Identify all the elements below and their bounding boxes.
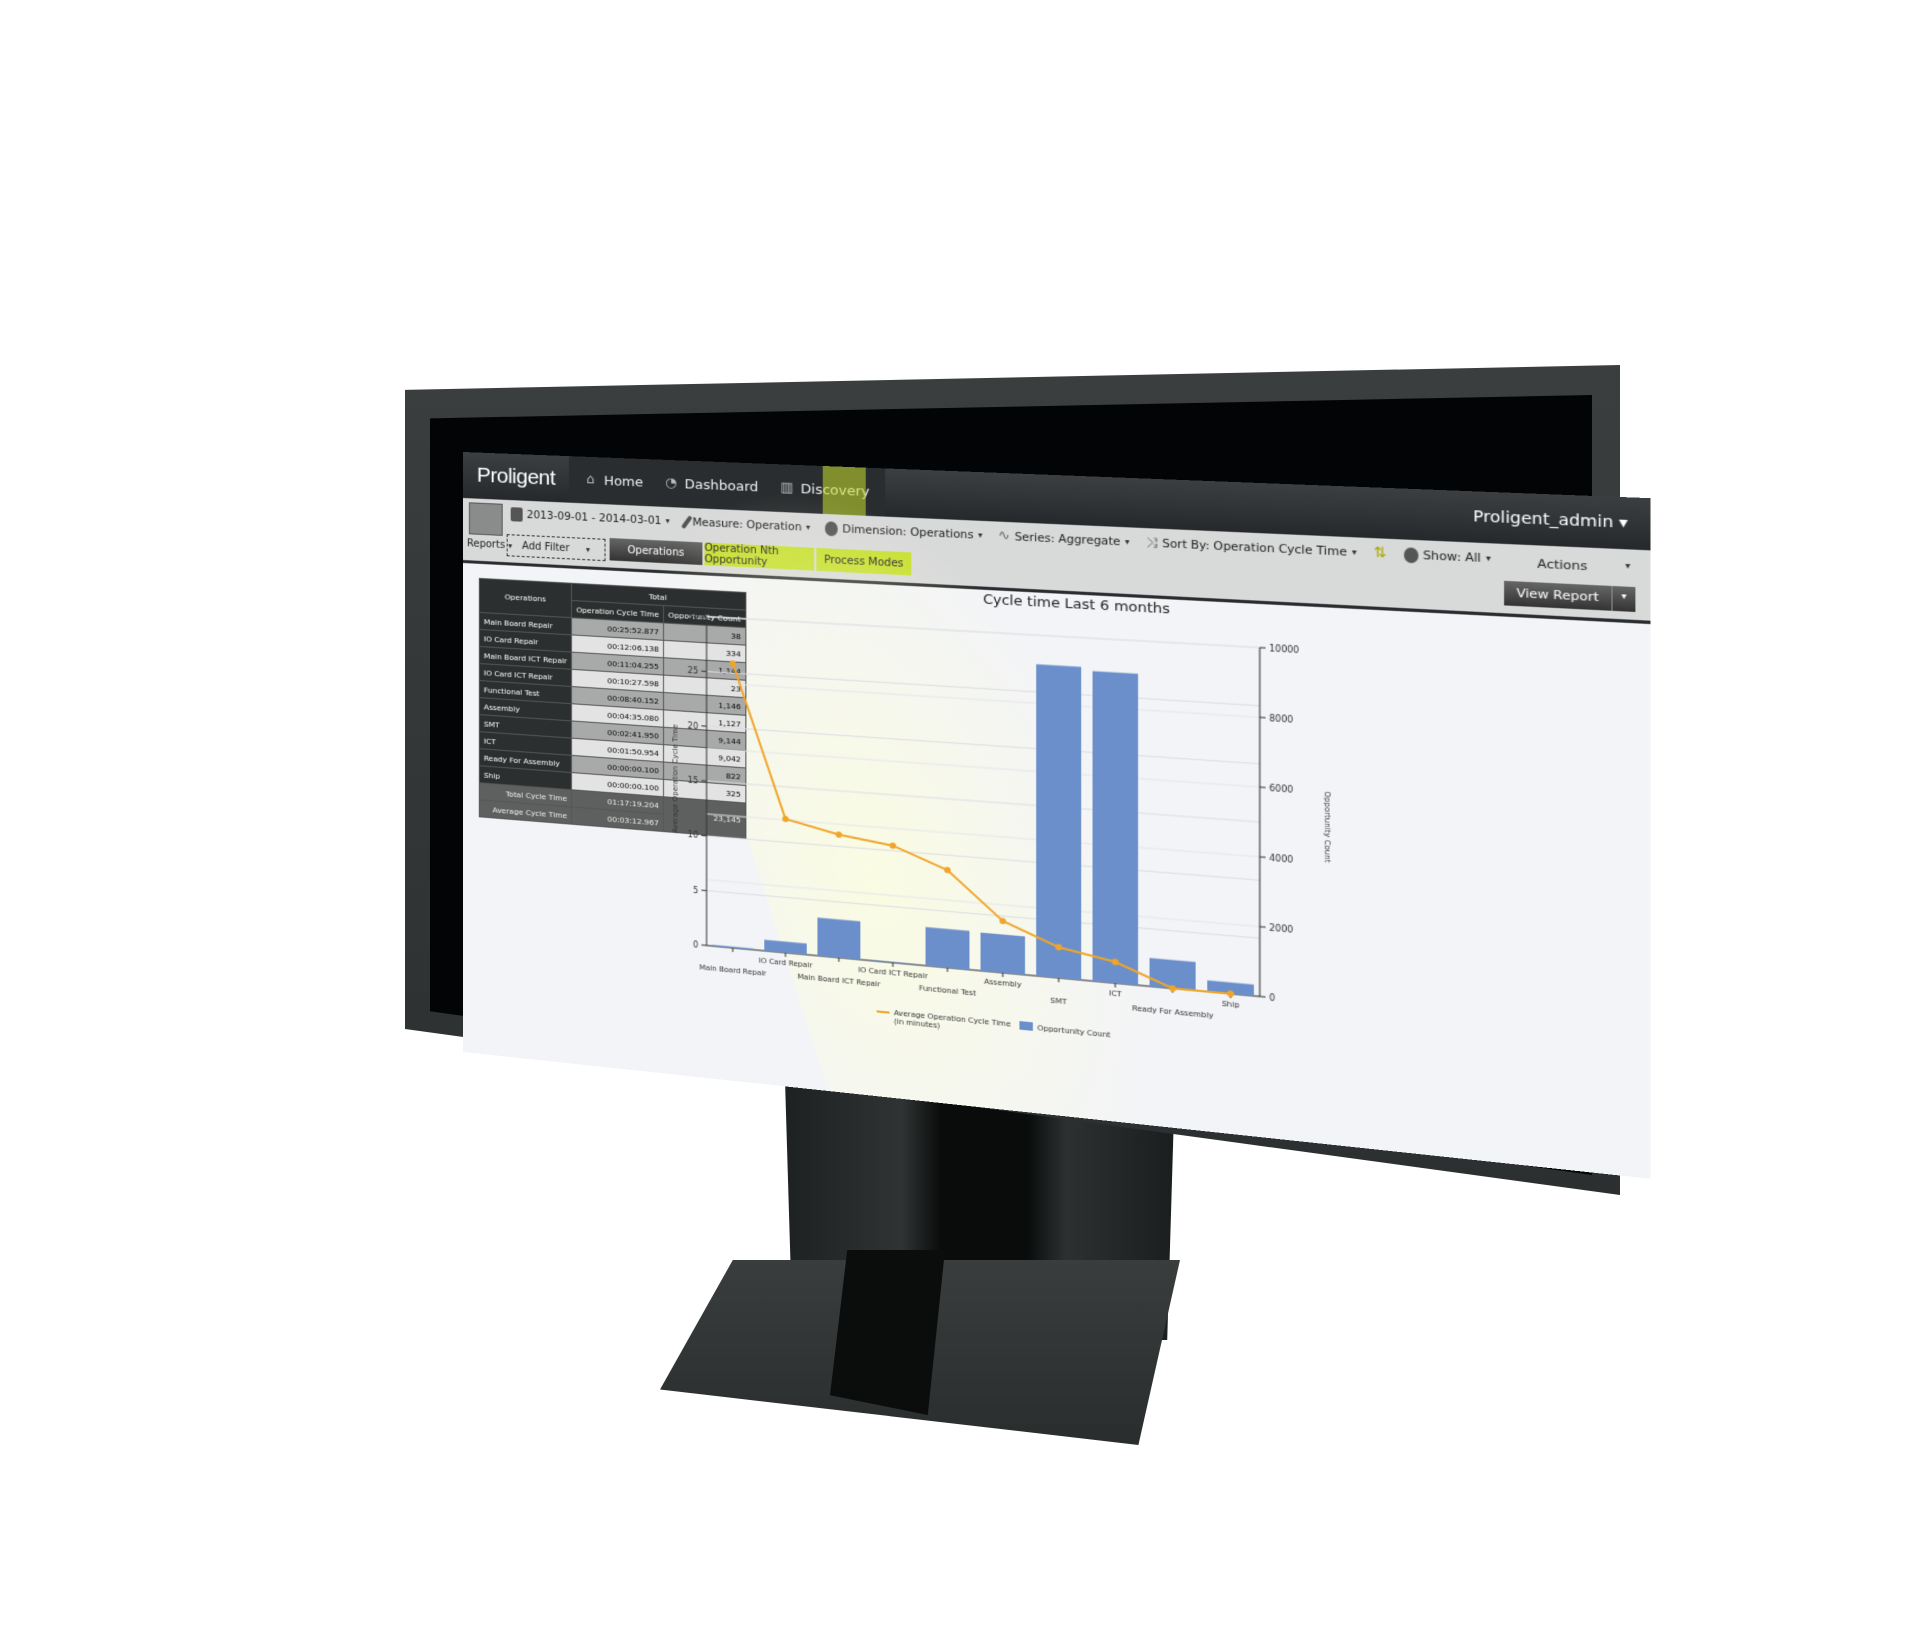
view-report-button[interactable]: View Report ▾: [1503, 580, 1636, 612]
sort-by-dropdown[interactable]: ⤨ Sort By: Operation Cycle Time ▾: [1146, 535, 1357, 561]
bar-opportunity-count: [980, 932, 1026, 975]
chevron-down-icon: ▾: [1485, 553, 1491, 564]
show-label: Show: All: [1422, 548, 1482, 565]
x-tick-label: Main Board Repair: [699, 963, 766, 978]
app-screen: Proligent ⌂ Home ◔ Dashboard ▥ Discovery…: [463, 452, 1651, 1179]
legend-bar-swatch: [1019, 1021, 1033, 1031]
sort-by-label: Sort By: Operation Cycle Time: [1162, 536, 1348, 559]
nav-home-label: Home: [603, 473, 644, 491]
y-right-tick-label: 8000: [1269, 714, 1293, 725]
eye-icon: [1403, 546, 1418, 563]
chevron-down-icon[interactable]: ▾: [1613, 586, 1636, 612]
actions-menu[interactable]: Actions ▾: [1537, 557, 1630, 576]
legend-label-opportunity-count: Opportunity Count: [1037, 1024, 1110, 1040]
bar-opportunity-count: [1092, 671, 1139, 986]
gridline: [707, 781, 1260, 822]
nav-dashboard-label: Dashboard: [684, 476, 759, 496]
date-range-label: 2013-09-01 - 2014-03-01: [526, 508, 662, 527]
y-right-tick-label: 10000: [1269, 644, 1299, 656]
nav-dashboard[interactable]: ◔ Dashboard: [664, 475, 759, 496]
gridline: [707, 671, 1260, 705]
bar-opportunity-count: [817, 917, 861, 960]
chevron-down-icon: ▾: [1351, 547, 1357, 558]
y-right-tick-label: 4000: [1269, 853, 1293, 865]
home-icon: ⌂: [586, 472, 595, 488]
x-tick-label: Functional Test: [919, 984, 976, 998]
y-left-tick-label: 10: [688, 830, 699, 840]
add-filter-button[interactable]: Add Filter ▾: [506, 534, 606, 562]
gridline: [707, 836, 1260, 880]
chevron-down-icon: ▾: [585, 544, 590, 554]
line-point: [889, 842, 897, 850]
y-right-tick-label: 6000: [1269, 783, 1293, 795]
line-point: [999, 917, 1007, 925]
y-left-tick-label: 0: [693, 940, 698, 950]
monitor-stand-slot: [830, 1250, 945, 1415]
reports-label: Reports: [466, 538, 506, 552]
dashboard-gauge-icon: ◔: [665, 475, 677, 492]
add-filter-label: Add Filter: [521, 540, 570, 554]
y-left-tick-label: 5: [693, 885, 698, 895]
actions-label: Actions: [1537, 556, 1588, 574]
legend-line-swatch: [877, 1011, 890, 1012]
report-content: Operations Total Operation Cycle Time Op…: [463, 563, 1651, 1179]
sort-direction-toggle[interactable]: ⇅: [1373, 545, 1386, 562]
user-menu[interactable]: Proligent_admin ▾: [1473, 508, 1651, 533]
y-left-tick-label: 30: [688, 611, 699, 621]
y-right-axis-title: Opportunity Count: [1322, 791, 1332, 863]
chevron-down-icon: ▾: [1125, 536, 1130, 547]
y-left-axis-title: Average Operation Cycle Time: [671, 724, 679, 833]
x-tick-label: Ship: [1222, 999, 1240, 1009]
bar-opportunity-count: [764, 939, 807, 955]
y-left-tick-label: 15: [688, 776, 699, 786]
table-header-operations: Operations: [479, 578, 572, 618]
gridline: [707, 726, 1260, 764]
app-logo: Proligent: [476, 463, 556, 490]
view-report-label: View Report: [1503, 580, 1613, 611]
bar-opportunity-count: [1036, 664, 1082, 980]
cycle-time-chart: 0 5 10 15 20 25 30 0 2000 4000 6000 8000 10000 Averag…: [671, 611, 1332, 1040]
gridline: [707, 748, 1260, 787]
shuffle-icon: ⤨: [1145, 534, 1158, 552]
chevron-down-icon: ▾: [1625, 560, 1631, 571]
bar-opportunity-count: [925, 927, 970, 970]
x-tick-label: Assembly: [984, 977, 1021, 989]
line-point: [835, 831, 843, 838]
reports-menu[interactable]: Reports ▾: [467, 538, 512, 551]
line-point: [729, 660, 736, 667]
show-dropdown[interactable]: Show: All ▾: [1403, 546, 1491, 567]
y-right-tick-label: 0: [1269, 993, 1275, 1003]
reports-chart-icon[interactable]: [468, 502, 503, 536]
y-left-tick-label: 25: [688, 666, 699, 676]
gridline: [707, 617, 1260, 648]
sort-up-down-icon: ⇅: [1373, 544, 1387, 562]
calendar-icon: [510, 506, 523, 522]
gridline: [707, 682, 1260, 717]
line-point: [944, 866, 951, 874]
y-right-tick: [1260, 996, 1266, 997]
gridline: [707, 891, 1260, 939]
line-point: [782, 815, 789, 823]
y-left-tick-label: 20: [688, 721, 699, 731]
nav-home[interactable]: ⌂ Home: [584, 472, 644, 491]
y-right-tick-label: 2000: [1269, 923, 1293, 935]
x-tick-label: IO Card Repair: [759, 956, 813, 969]
x-tick-label: Ready For Assembly: [1132, 1004, 1213, 1020]
x-tick-label: SMT: [1050, 996, 1067, 1006]
x-tick-label: ICT: [1109, 989, 1123, 999]
